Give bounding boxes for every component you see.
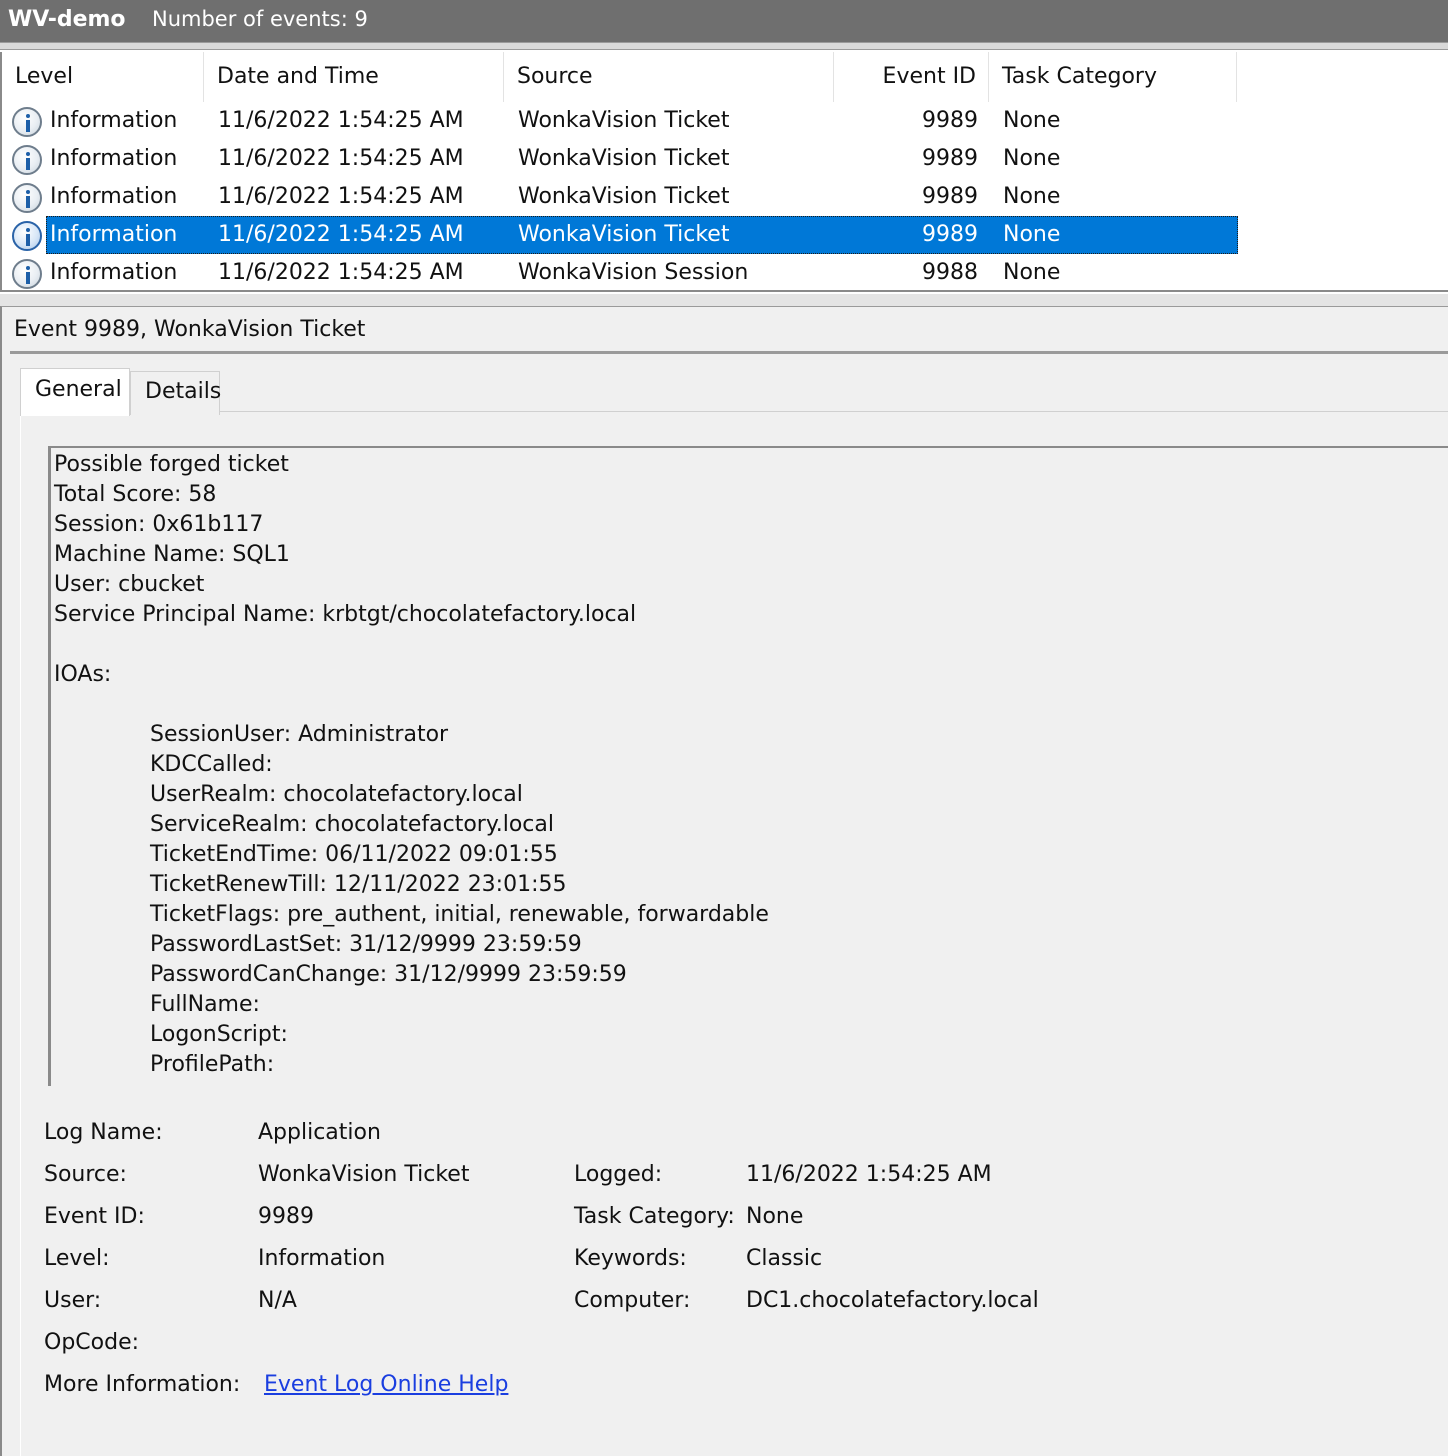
ioa-line: KDCCalled: <box>150 752 273 777</box>
row-level: Information <box>50 108 178 133</box>
log-name-title: WV-demo <box>8 7 126 32</box>
column-header-task-category[interactable]: Task Category <box>989 52 1237 102</box>
event-list[interactable]: Level Date and Time Source Event ID Task… <box>0 52 1448 292</box>
event-row[interactable]: Information 11/6/2022 1:54:25 AM WonkaVisi… <box>2 102 1238 140</box>
row-event-id: 9988 <box>922 260 978 285</box>
level-label: Level: <box>44 1246 110 1271</box>
message-line: Total Score: 58 <box>54 482 217 507</box>
computer-label: Computer: <box>574 1288 691 1313</box>
detail-header-divider <box>10 351 1448 354</box>
info-icon <box>12 183 42 213</box>
message-line: Session: 0x61b117 <box>54 512 264 537</box>
keywords-label: Keywords: <box>574 1246 687 1271</box>
event-id-value: 9989 <box>258 1204 314 1229</box>
event-id-label: Event ID: <box>44 1204 145 1229</box>
info-icon <box>12 221 42 251</box>
title-bar: WV-demo Number of events: 9 <box>0 0 1448 42</box>
row-event-id: 9989 <box>922 222 978 247</box>
row-level: Information <box>50 260 178 285</box>
detail-header: Event 9989, WonkaVision Ticket <box>14 317 366 342</box>
column-headers: Level Date and Time Source Event ID Task… <box>2 52 1448 102</box>
ioa-line: SessionUser: Administrator <box>150 722 449 747</box>
row-event-id: 9989 <box>922 184 978 209</box>
user-label: User: <box>44 1288 102 1313</box>
column-header-date-time[interactable]: Date and Time <box>204 52 504 102</box>
more-information-label: More Information: <box>44 1372 241 1397</box>
row-source: WonkaVision Ticket <box>518 222 730 247</box>
tab-general[interactable]: General <box>20 368 130 416</box>
ioas-header: IOAs: <box>54 662 112 687</box>
event-row[interactable]: Information 11/6/2022 1:54:25 AM WonkaVisi… <box>2 254 1238 292</box>
message-line: Machine Name: SQL1 <box>54 542 290 567</box>
row-task-category: None <box>1003 260 1061 285</box>
row-level: Information <box>50 184 178 209</box>
row-date-time: 11/6/2022 1:54:25 AM <box>218 222 464 247</box>
ioa-line: ProfilePath: <box>150 1052 275 1077</box>
info-icon <box>12 145 42 175</box>
message-line: Service Principal Name: krbtgt/chocolate… <box>54 602 637 627</box>
computer-value: DC1.chocolatefactory.local <box>746 1288 1039 1313</box>
log-name-value: Application <box>258 1120 381 1145</box>
row-date-time: 11/6/2022 1:54:25 AM <box>218 260 464 285</box>
ioa-line: TicketEndTime: 06/11/2022 09:01:55 <box>150 842 558 867</box>
event-log-online-help-link[interactable]: Event Log Online Help <box>264 1372 508 1397</box>
row-source: WonkaVision Session <box>518 260 749 285</box>
user-value: N/A <box>258 1288 297 1313</box>
message-line: User: cbucket <box>54 572 205 597</box>
ioa-line: PasswordCanChange: 31/12/9999 23:59:59 <box>150 962 627 987</box>
row-source: WonkaVision Ticket <box>518 146 730 171</box>
source-label: Source: <box>44 1162 127 1187</box>
column-header-level[interactable]: Level <box>2 52 204 102</box>
title-divider <box>0 42 1448 50</box>
row-level: Information <box>50 146 178 171</box>
logged-value: 11/6/2022 1:54:25 AM <box>746 1162 992 1187</box>
ioa-line: LogonScript: <box>150 1022 288 1047</box>
ioa-line: UserRealm: chocolatefactory.local <box>150 782 523 807</box>
event-row[interactable]: Information 11/6/2022 1:54:25 AM WonkaVisi… <box>2 140 1238 178</box>
row-event-id: 9989 <box>922 108 978 133</box>
row-task-category: None <box>1003 184 1061 209</box>
ioa-line: PasswordLastSet: 31/12/9999 23:59:59 <box>150 932 582 957</box>
event-count: Number of events: 9 <box>152 7 368 31</box>
row-date-time: 11/6/2022 1:54:25 AM <box>218 108 464 133</box>
row-level: Information <box>50 222 178 247</box>
logged-label: Logged: <box>574 1162 663 1187</box>
row-task-category: None <box>1003 146 1061 171</box>
event-row[interactable]: Information 11/6/2022 1:54:25 AM WonkaVisi… <box>2 178 1238 216</box>
info-icon <box>12 259 42 289</box>
pane-splitter[interactable] <box>0 294 1448 306</box>
source-value: WonkaVision Ticket <box>258 1162 470 1187</box>
tab-details[interactable]: Details <box>130 371 221 415</box>
row-date-time: 11/6/2022 1:54:25 AM <box>218 184 464 209</box>
row-date-time: 11/6/2022 1:54:25 AM <box>218 146 464 171</box>
level-value: Information <box>258 1246 386 1271</box>
event-message-box[interactable]: Possible forged ticket Total Score: 58 S… <box>48 446 1448 1086</box>
row-source: WonkaVision Ticket <box>518 108 730 133</box>
event-row[interactable]: Information 11/6/2022 1:54:25 AM WonkaVisi… <box>2 216 1238 254</box>
row-task-category: None <box>1003 222 1061 247</box>
ioa-line: FullName: <box>150 992 260 1017</box>
keywords-value: Classic <box>746 1246 823 1271</box>
ioa-line: TicketRenewTill: 12/11/2022 23:01:55 <box>150 872 567 897</box>
ioa-line: TicketFlags: pre_authent, initial, renew… <box>150 902 769 927</box>
row-source: WonkaVision Ticket <box>518 184 730 209</box>
info-icon <box>12 107 42 137</box>
row-task-category: None <box>1003 108 1061 133</box>
ioa-line: ServiceRealm: chocolatefactory.local <box>150 812 554 837</box>
message-line: Possible forged ticket <box>54 452 289 477</box>
row-event-id: 9989 <box>922 146 978 171</box>
column-header-event-id[interactable]: Event ID <box>834 52 989 102</box>
opcode-label: OpCode: <box>44 1330 140 1355</box>
task-category-value: None <box>746 1204 804 1229</box>
task-category-label: Task Category: <box>574 1204 735 1229</box>
log-name-label: Log Name: <box>44 1120 163 1145</box>
column-header-source[interactable]: Source <box>504 52 834 102</box>
